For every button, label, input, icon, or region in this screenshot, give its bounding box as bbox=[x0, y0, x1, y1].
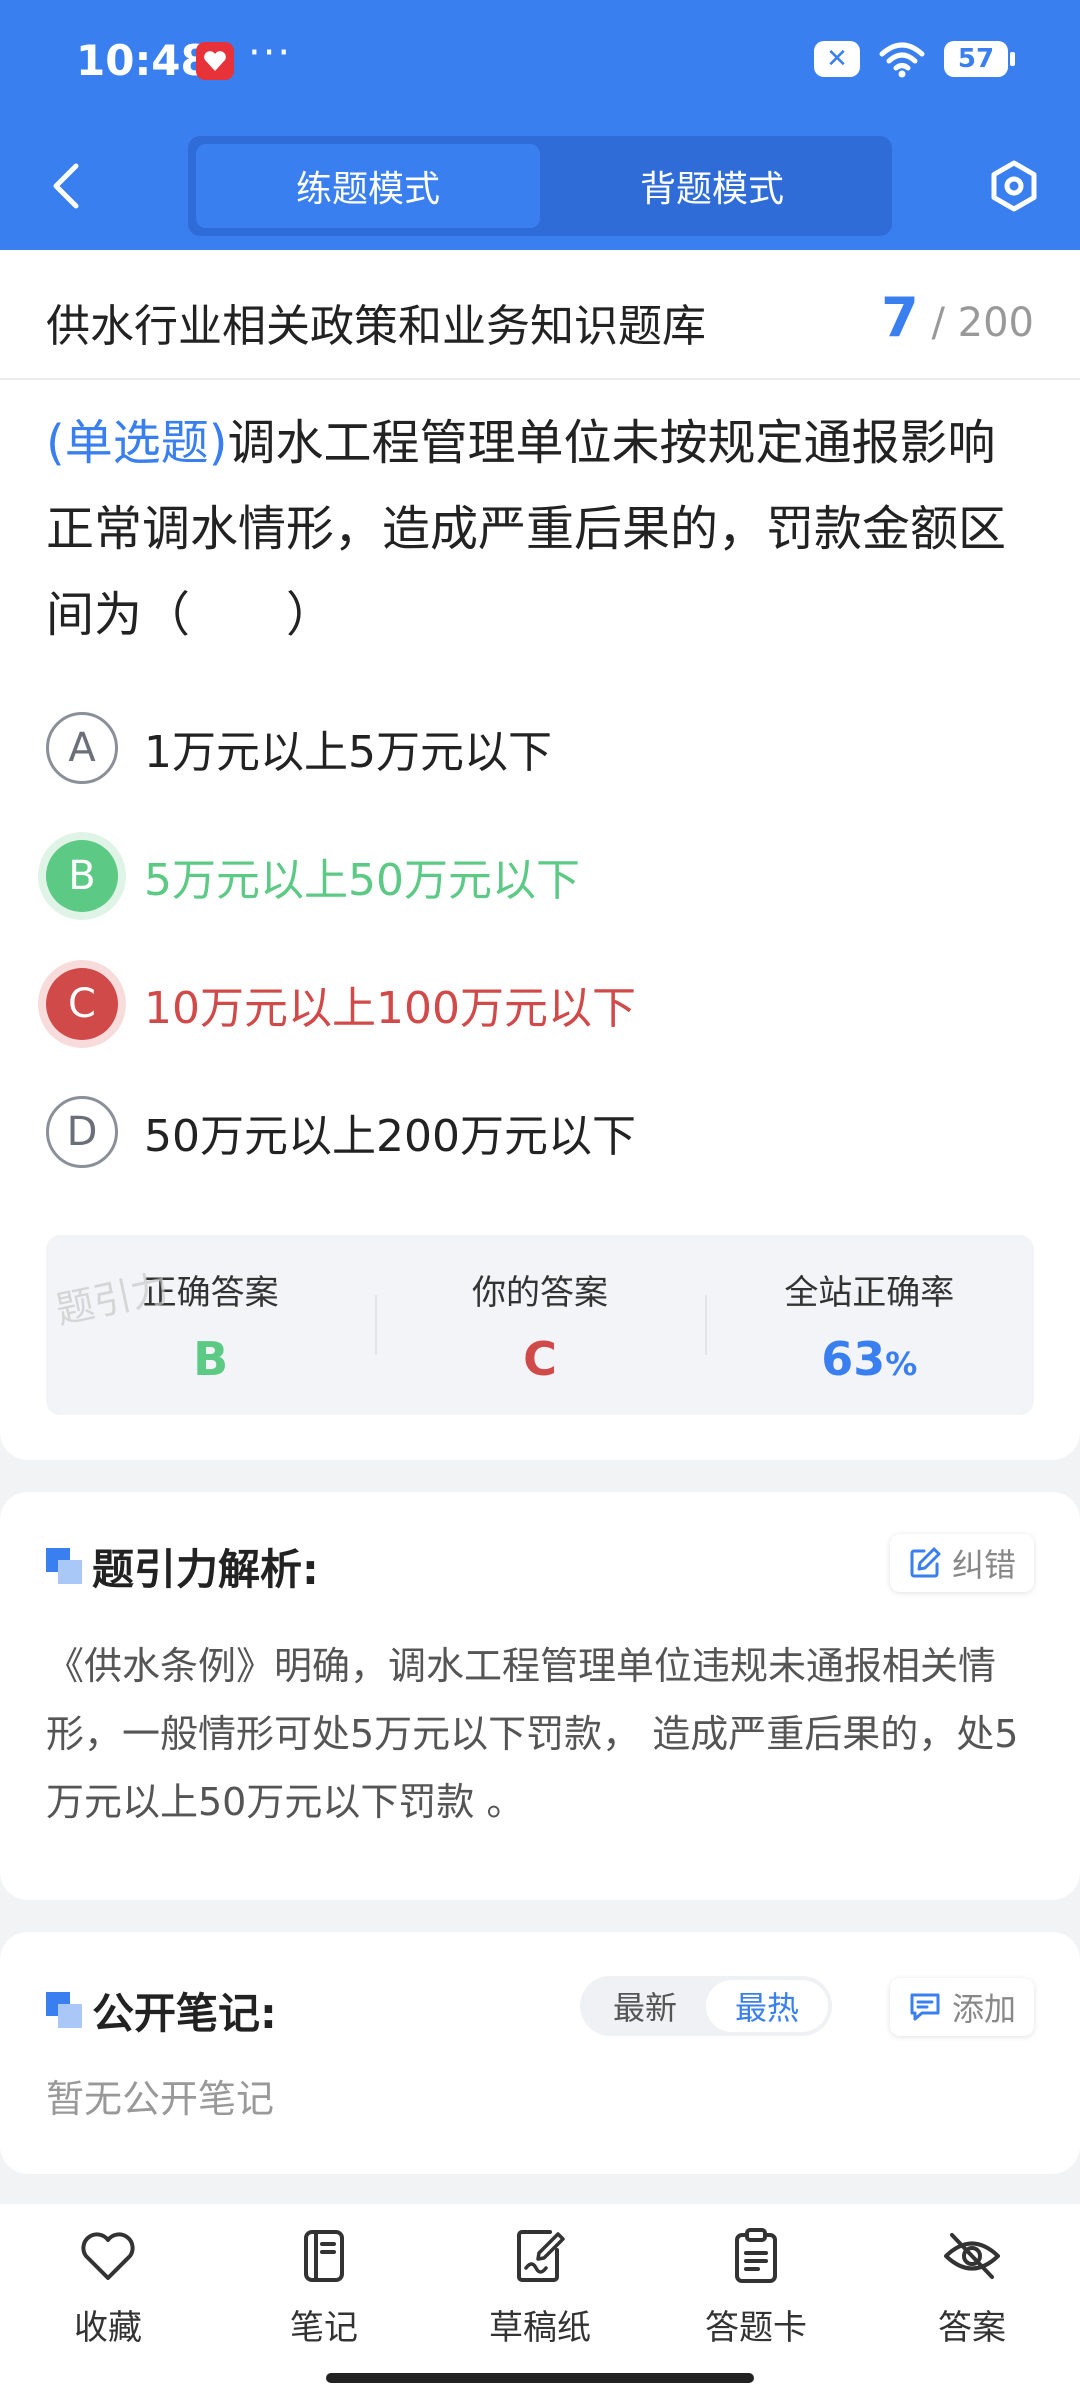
status-time: 10:48 bbox=[76, 36, 210, 85]
current-question-number: 7 bbox=[881, 286, 919, 349]
notebook-icon bbox=[304, 2230, 344, 2282]
heart-icon bbox=[81, 2232, 135, 2280]
home-indicator[interactable] bbox=[326, 2373, 754, 2383]
nav-favorite[interactable]: 收藏 bbox=[0, 2204, 216, 2400]
option-b[interactable]: B 5万元以上50万元以下 bbox=[46, 838, 580, 914]
nav-notes[interactable]: 笔记 bbox=[216, 2204, 432, 2400]
more-notifications-icon: ··· bbox=[248, 30, 293, 76]
question-bank-title: 供水行业相关政策和业务知识题库 bbox=[46, 301, 706, 352]
nav-show-answer[interactable]: 答案 bbox=[864, 2204, 1080, 2400]
option-text: 50万元以上200万元以下 bbox=[144, 1111, 636, 1162]
edit-icon bbox=[910, 1547, 941, 1578]
option-c[interactable]: C 10万元以上100万元以下 bbox=[46, 966, 636, 1042]
total-questions: / 200 bbox=[931, 300, 1034, 346]
analysis-title: 题引力解析: bbox=[92, 1545, 319, 1594]
sort-hottest[interactable]: 最热 bbox=[706, 1980, 828, 2032]
section-icon bbox=[46, 1992, 82, 2028]
clipboard-icon bbox=[735, 2228, 777, 2283]
option-letter: C bbox=[46, 968, 118, 1040]
option-letter: D bbox=[46, 1096, 118, 1168]
empty-notes-text: 暂无公开笔记 bbox=[46, 2077, 275, 2121]
stat-label: 你的答案 bbox=[471, 1273, 608, 1313]
settings-icon bbox=[991, 160, 1037, 212]
question-stem: (单选题)调水工程管理单位未按规定通报影响正常调水情形，造成严重后果的，罚款金额… bbox=[46, 400, 1036, 658]
report-error-label: 纠错 bbox=[951, 1546, 1016, 1584]
wifi-icon bbox=[879, 42, 925, 78]
option-letter: B bbox=[46, 840, 118, 912]
section-icon bbox=[46, 1548, 82, 1584]
stat-label: 全站正确率 bbox=[784, 1273, 955, 1313]
app-header: 10:48 ··· ✕ 57 练题模式 背题模式 bbox=[0, 0, 1080, 250]
accuracy-value: 63% bbox=[821, 1332, 917, 1386]
scratch-paper-icon bbox=[517, 2230, 565, 2282]
nav-label: 草稿纸 bbox=[489, 2308, 591, 2348]
back-button[interactable] bbox=[40, 156, 90, 216]
eye-off-icon bbox=[944, 2233, 1000, 2279]
answer-stats: 正确答案 B 你的答案 C 全站正确率 63% bbox=[46, 1235, 1034, 1415]
option-text: 5万元以上50万元以下 bbox=[144, 855, 580, 906]
mode-switch: 练题模式 背题模式 bbox=[188, 136, 892, 236]
settings-button[interactable] bbox=[984, 156, 1044, 216]
analysis-card: 题引力解析: 纠错 《供水条例》明确，调水工程管理单位违规未通报相关情形，一般情… bbox=[0, 1492, 1080, 1900]
sort-latest[interactable]: 最新 bbox=[584, 1980, 706, 2032]
option-text: 1万元以上5万元以下 bbox=[144, 727, 552, 778]
option-a[interactable]: A 1万元以上5万元以下 bbox=[46, 710, 552, 786]
notes-title: 公开笔记: bbox=[92, 1989, 277, 2038]
accuracy-stat: 全站正确率 63% bbox=[704, 1235, 1034, 1415]
comment-icon bbox=[910, 1993, 940, 2021]
report-error-button[interactable]: 纠错 bbox=[889, 1534, 1034, 1592]
network-x-icon: ✕ bbox=[814, 41, 860, 77]
add-note-button[interactable]: 添加 bbox=[889, 1978, 1034, 2036]
question-card: 供水行业相关政策和业务知识题库 7 / 200 (单选题)调水工程管理单位未按规… bbox=[0, 250, 1080, 1460]
option-letter: A bbox=[46, 712, 118, 784]
accuracy-number: 63 bbox=[821, 1332, 886, 1386]
your-answer-stat: 你的答案 C bbox=[375, 1235, 704, 1415]
option-text: 10万元以上100万元以下 bbox=[144, 983, 636, 1034]
question-progress: 7 / 200 bbox=[881, 286, 1034, 349]
tab-practice-mode[interactable]: 练题模式 bbox=[196, 144, 540, 228]
nav-scratch-paper[interactable]: 草稿纸 bbox=[432, 2204, 648, 2400]
notes-card: 公开笔记: 最新 最热 添加 暂无公开笔记 bbox=[0, 1932, 1080, 2174]
question-bank-row: 供水行业相关政策和业务知识题库 7 / 200 bbox=[0, 250, 1080, 380]
bottom-toolbar: 收藏 笔记 草稿纸 答题卡 答案 bbox=[0, 2204, 1080, 2400]
notification-app-icon bbox=[196, 42, 234, 80]
status-icons: ✕ 57 bbox=[814, 40, 1015, 78]
analysis-text: 《供水条例》明确，调水工程管理单位违规未通报相关情形，一般情形可处5万元以下罚款… bbox=[46, 1644, 1019, 1824]
nav-answer-sheet[interactable]: 答题卡 bbox=[648, 2204, 864, 2400]
correct-answer-value: B bbox=[193, 1332, 229, 1386]
nav-label: 收藏 bbox=[74, 2308, 142, 2348]
notes-sort-switch: 最新 最热 bbox=[580, 1976, 832, 2036]
option-d[interactable]: D 50万元以上200万元以下 bbox=[46, 1094, 636, 1170]
your-answer-value: C bbox=[523, 1332, 557, 1386]
question-type: (单选题) bbox=[46, 415, 228, 471]
nav-label: 答案 bbox=[938, 2308, 1006, 2348]
battery-icon: 57 bbox=[944, 41, 1015, 77]
chevron-left-icon bbox=[53, 163, 79, 209]
add-note-label: 添加 bbox=[951, 1990, 1016, 2028]
tab-recite-mode[interactable]: 背题模式 bbox=[540, 144, 884, 228]
nav-label: 笔记 bbox=[290, 2308, 358, 2348]
accuracy-unit: % bbox=[885, 1345, 918, 1383]
nav-label: 答题卡 bbox=[705, 2308, 807, 2348]
